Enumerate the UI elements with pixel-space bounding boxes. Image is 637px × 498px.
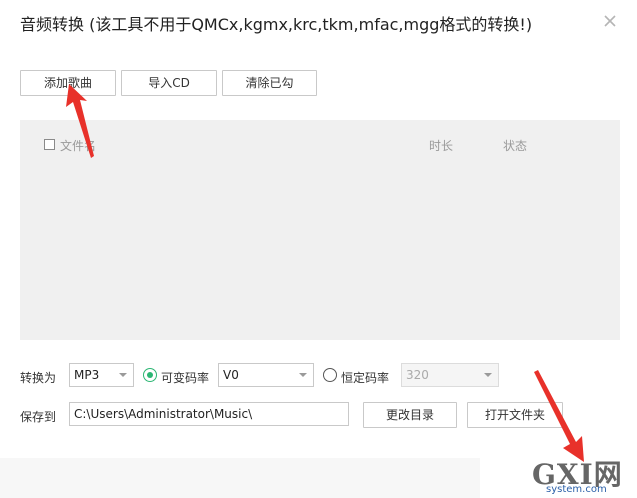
vbr-label[interactable]: 可变码率 xyxy=(161,369,209,386)
vbr-select[interactable]: V0 xyxy=(218,363,314,387)
cbr-value: 320 xyxy=(406,368,429,382)
column-duration: 时长 xyxy=(429,139,454,153)
song-list[interactable]: 文件名 时长 状态 xyxy=(20,120,620,340)
chevron-down-icon xyxy=(299,373,307,377)
radio-dot xyxy=(147,372,153,378)
clear-checked-button[interactable]: 清除已勾 xyxy=(222,70,317,96)
save-path-field[interactable]: C:\Users\Administrator\Music\ xyxy=(69,402,349,426)
cbr-label[interactable]: 恒定码率 xyxy=(341,369,389,386)
import-cd-button[interactable]: 导入CD xyxy=(121,70,217,96)
footer-area xyxy=(0,458,480,498)
add-song-button[interactable]: 添加歌曲 xyxy=(20,70,116,96)
chevron-down-icon xyxy=(119,373,127,377)
cbr-select: 320 xyxy=(401,363,499,387)
close-icon[interactable] xyxy=(599,10,621,32)
select-all-checkbox[interactable] xyxy=(44,139,55,150)
cbr-radio[interactable] xyxy=(323,368,337,382)
window-title: 音频转换 (该工具不用于QMCx,kgmx,krc,tkm,mfac,mgg格式… xyxy=(20,15,533,34)
change-dir-button[interactable]: 更改目录 xyxy=(363,402,457,428)
column-status: 状态 xyxy=(503,139,528,153)
format-select[interactable]: MP3 xyxy=(69,363,134,387)
watermark-sub: system.com xyxy=(546,484,607,495)
vbr-value: V0 xyxy=(223,368,239,382)
chevron-down-icon xyxy=(484,373,492,377)
save-label: 保存到 xyxy=(20,410,57,424)
watermark-logo: GXI网 system.com xyxy=(520,453,637,498)
vbr-radio[interactable] xyxy=(143,368,157,382)
title-bar: 音频转换 (该工具不用于QMCx,kgmx,krc,tkm,mfac,mgg格式… xyxy=(0,0,637,46)
format-value: MP3 xyxy=(74,368,100,382)
convert-label: 转换为 xyxy=(20,371,57,385)
open-folder-button[interactable]: 打开文件夹 xyxy=(467,402,563,428)
column-filename: 文件名 xyxy=(60,139,97,153)
